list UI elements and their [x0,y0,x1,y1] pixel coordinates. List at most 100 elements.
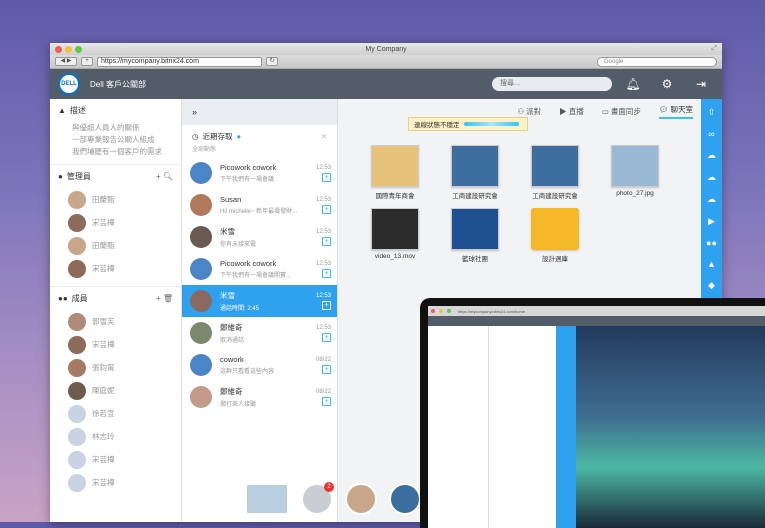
member-item[interactable]: 徐若宣 [58,402,173,425]
youtube-icon[interactable]: ▶ [708,216,715,227]
drive-icon[interactable]: ▲ [707,259,716,269]
flickr-icon[interactable]: ●● [706,238,717,248]
member-item[interactable]: 郭雪芙 [58,310,173,333]
chat-name: 鄭維奇 [220,323,243,332]
file-thumbnail [371,208,419,250]
member-name: 郭雪芙 [92,317,115,326]
title-bar: My Company ⤢ [50,43,722,55]
chat-message: Hi! michelle~ 新年最壽發財... [220,209,298,215]
help-icon[interactable]: ● [237,132,242,141]
members-title: 成員 [71,294,88,303]
tab-live[interactable]: ▶ 直播 [559,106,584,117]
file-thumbnail [611,145,659,187]
chat-item[interactable]: 米雪 你有未接來電 12:53 + [182,221,337,253]
url-field[interactable]: https://mycompany.bitrix24.com [97,56,262,67]
chat-time: 12:53 [315,292,331,299]
group-sidebar: ▲ 描述 與優超人員人的關係 一部專業報告公關人組成 我們埔聽有一個客戶的需求 ●… [50,99,182,522]
bell-icon[interactable]: 🔔︎ [620,77,646,91]
chat-item[interactable]: 鄭維奇 撥打來人接聽 08/22 + [182,381,337,413]
file-item[interactable]: 工商建設研究會 [438,145,512,200]
close-icon[interactable]: ✕ [321,132,327,141]
chat-message: 這群只看看這些內容 [220,369,275,375]
add-icon[interactable]: + [322,300,331,310]
reload-button[interactable]: ↻ [266,57,278,66]
add-admin-button[interactable]: + 🔍︎ [156,172,173,181]
file-item[interactable]: 籃球社團 [438,208,512,263]
member-item[interactable]: 宋芸樺 [58,471,173,494]
browser-search-input[interactable]: Google [597,56,717,67]
avatar [68,190,86,209]
chat-message: 下午我們有一場會議開寶... [220,273,292,279]
header-search-input[interactable]: 搜尋... [492,77,612,91]
file-item[interactable]: 國際青年商會 [358,145,432,200]
chat-item[interactable]: Picowork cowork 下午我們有一場會議開寶... 12:53 + [182,253,337,285]
laptop-browser-chrome: https://mycompany.bitrix24.com/home [428,306,765,316]
gear-icon[interactable]: ⚙ [654,77,680,91]
avatar [190,226,212,248]
chat-item[interactable]: Susan Hi! michelle~ 新年最壽發財... 12:53 + [182,189,337,221]
admin-item[interactable]: 宋芸樺 [58,257,173,280]
member-item[interactable]: 宋芸樺 [58,333,173,356]
collapse-panel-button[interactable]: » [182,99,337,125]
recent-filter[interactable]: 全部動態 [182,144,337,157]
admin-item[interactable]: 宋芸樺 [58,211,173,234]
tab-chat-room[interactable]: 💬︎ 聊天室 [658,104,693,119]
tab-party[interactable]: ⚇ 派對 [517,106,541,117]
member-item[interactable]: 陳庭妮 [58,379,173,402]
add-icon[interactable]: + [322,364,331,374]
file-item[interactable]: 設計週庫 [518,208,592,263]
dock-avatar[interactable] [345,483,377,515]
connection-progress-bar [463,122,519,126]
upload-icon[interactable]: ⇧ [708,107,716,118]
chat-name: 米雪 [220,227,235,236]
file-grid: 國際青年商會 工商建設研究會 工商建設研究會 photo_27.jpg vide… [358,145,672,263]
dock-avatar[interactable]: 2 [301,482,334,515]
member-name: 田蘭甄 [92,241,115,250]
chat-item[interactable]: cowork 這群只看看這些內容 08/22 + [182,349,337,381]
fullscreen-icon[interactable]: ⤢ [711,45,717,53]
member-item[interactable]: 宋芸樺 [58,448,173,471]
admin-item[interactable]: 田蘭甄 [58,234,173,257]
add-icon[interactable]: + [322,236,331,246]
member-name: 宋芸樺 [92,340,115,349]
chat-item[interactable]: Picowork cowork 下午我們有一場會議 12:53 + [182,157,337,189]
back-forward-buttons[interactable]: ◀ ▶ [55,57,77,66]
member-item[interactable]: 林志玲 [58,425,173,448]
avatar [68,213,86,232]
admin-item[interactable]: 田蘭甄 [58,188,173,211]
file-name: 工商建設研究會 [452,193,498,200]
cloud-icon[interactable]: ☁ [707,150,716,161]
chat-time: 12:53 [315,228,331,235]
tab-screen-sync[interactable]: ▭ 畫面同步 [602,106,641,117]
add-icon[interactable]: + [322,204,331,214]
file-item[interactable]: video_13.mov [358,208,432,263]
dock-photo-thumb[interactable] [245,483,289,515]
file-thumbnail [451,145,499,187]
avatar [68,381,86,400]
laptop-sidebar [428,326,488,528]
member-name: 宋芸樺 [92,455,115,464]
cloud-drive-icon[interactable]: ☁ [707,194,716,205]
add-icon[interactable]: + [322,396,331,406]
logout-icon[interactable]: ⇥ [688,77,714,91]
chat-item[interactable]: 米雪 通話時間: 2:45 12:53 + [182,285,337,317]
link-icon[interactable]: ∞ [708,129,714,139]
add-icon[interactable]: + [322,172,331,182]
dropbox-icon[interactable]: ◆ [708,280,715,291]
chat-name: cowork [220,355,244,364]
add-member-button[interactable]: + 🗑︎ [156,294,173,303]
about-title: 描述 [69,106,86,115]
recent-title: 近期存取 [202,132,233,141]
dock-avatar[interactable] [389,483,421,515]
avatar [68,450,86,469]
file-item[interactable]: 工商建設研究會 [518,145,592,200]
member-item[interactable]: 張鈞甯 [58,356,173,379]
add-icon[interactable]: + [322,332,331,342]
window-title: My Company [365,45,407,53]
cloud-sync-icon[interactable]: ☁ [707,172,716,183]
add-icon[interactable]: + [322,268,331,278]
new-tab-button[interactable]: + [81,57,93,66]
chat-item[interactable]: 鄭維奇 取消通話 12:53 + [182,317,337,349]
file-item[interactable]: photo_27.jpg [598,145,672,200]
file-name: video_13.mov [374,253,416,260]
